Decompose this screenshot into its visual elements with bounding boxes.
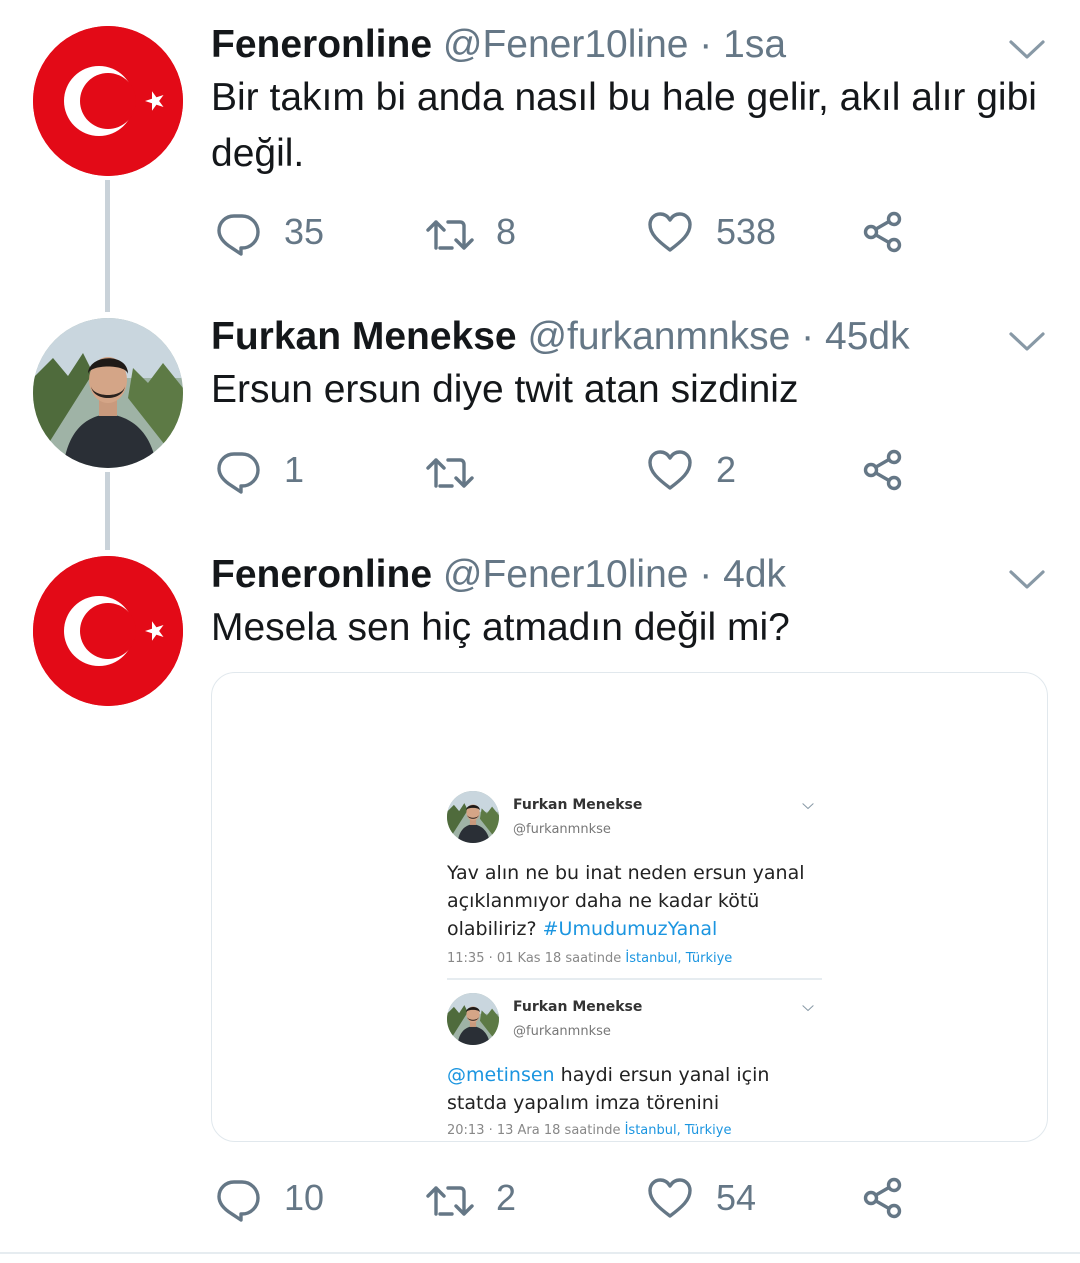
- like-button[interactable]: 538: [646, 202, 776, 262]
- like-count: 54: [716, 1177, 757, 1218]
- embedded-author-handle: @furkanmnkse: [513, 1024, 611, 1039]
- meta-time: 20:13 · 13 Ara 18 saatinde: [447, 1123, 621, 1138]
- share-button[interactable]: [859, 202, 907, 262]
- author-name[interactable]: Feneronline: [211, 553, 432, 596]
- retweet-icon: [426, 446, 474, 494]
- avatar: [447, 791, 499, 843]
- meta-time: 11:35 · 01 Kas 18 saatinde: [447, 951, 622, 966]
- author-name[interactable]: Furkan Menekse: [211, 315, 517, 358]
- author-name[interactable]: Feneronline: [211, 23, 432, 66]
- tweet-text: Bir takım bi anda nasıl bu hale gelir, a…: [211, 76, 1037, 175]
- retweet-icon: [426, 208, 474, 256]
- avatar[interactable]: [33, 26, 183, 176]
- turkish-flag-icon: [33, 26, 183, 176]
- embedded-author-handle: @furkanmnkse: [513, 822, 611, 837]
- like-button[interactable]: 54: [646, 1168, 756, 1228]
- retweet-icon: [426, 1174, 474, 1222]
- meta-location: İstanbul, Türkiye: [624, 1123, 732, 1138]
- reply-count: 1: [284, 449, 305, 490]
- reply-icon: [214, 446, 262, 494]
- timestamp[interactable]: 45dk: [825, 315, 910, 358]
- text-line: açıklanmıyor daha ne kadar kötü: [447, 890, 760, 912]
- like-count: 2: [716, 449, 737, 490]
- reply-icon: [214, 208, 262, 256]
- embedded-tweet: Furkan Menekse @furkanmnkse Yav alın ne …: [447, 791, 827, 971]
- text-fragment: haydi ersun yanal için: [554, 1064, 770, 1086]
- thread-line: [105, 180, 110, 312]
- share-icon: [859, 446, 907, 494]
- chevron-down-icon[interactable]: [1005, 34, 1049, 64]
- text-line: Yav alın ne bu inat neden ersun yanal: [447, 862, 805, 884]
- embedded-author-name: Furkan Menekse: [513, 999, 643, 1015]
- embedded-tweet: Furkan Menekse @furkanmnkse @metinsen ha…: [447, 993, 827, 1141]
- mention: @metinsen: [447, 1064, 555, 1086]
- thread-line: [105, 472, 110, 550]
- avatar[interactable]: [33, 556, 183, 706]
- tweet-header: Feneronline @Fener10line · 1sa: [211, 20, 786, 70]
- author-handle[interactable]: @Fener10line: [443, 553, 689, 596]
- tweet-header: Furkan Menekse @furkanmnkse · 45dk: [211, 312, 910, 362]
- reply-button[interactable]: 1: [214, 440, 304, 500]
- user-photo-icon: [33, 318, 183, 468]
- action-bar: 1 2: [211, 440, 1031, 500]
- user-photo-icon: [447, 993, 499, 1045]
- action-bar: 10 2 54: [211, 1168, 1031, 1228]
- tweet-header: Feneronline @Fener10line · 4dk: [211, 550, 786, 600]
- text-line: statda yapalım imza törenini: [447, 1092, 720, 1114]
- chevron-down-icon[interactable]: [1005, 564, 1049, 594]
- reply-count: 35: [284, 211, 325, 252]
- embedded-tweet-text: Yav alın ne bu inat neden ersun yanal aç…: [447, 859, 827, 943]
- separator: ·: [699, 553, 713, 596]
- hashtag: #UmudumuzYanal: [542, 918, 718, 940]
- divider: [447, 978, 822, 980]
- text-fragment: olabiliriz?: [447, 918, 537, 940]
- separator: ·: [699, 23, 713, 66]
- turkish-flag-icon: [33, 556, 183, 706]
- retweet-button[interactable]: 8: [426, 202, 516, 262]
- heart-icon: [646, 1174, 694, 1222]
- divider: [0, 1252, 1080, 1254]
- meta-location: İstanbul, Türkiye: [625, 951, 733, 966]
- action-bar: 35 8 538: [211, 202, 1031, 262]
- share-button[interactable]: [859, 440, 907, 500]
- reply-button[interactable]: 10: [214, 1168, 324, 1228]
- chevron-down-icon: [801, 1003, 815, 1013]
- like-button[interactable]: 2: [646, 440, 736, 500]
- timestamp[interactable]: 4dk: [723, 553, 786, 596]
- tweet-text: Mesela sen hiç atmadın değil mi?: [211, 606, 790, 649]
- tweet-text: Ersun ersun diye twit atan sizdiniz: [211, 368, 799, 411]
- author-handle[interactable]: @furkanmnkse: [527, 315, 790, 358]
- user-photo-icon: [447, 791, 499, 843]
- retweet-count: 2: [496, 1177, 517, 1218]
- text-line: @metinsen haydi ersun yanal için: [447, 1061, 827, 1089]
- retweet-count: 8: [496, 211, 517, 252]
- timestamp[interactable]: 1sa: [723, 23, 786, 66]
- embedded-meta: 11:35 · 01 Kas 18 saatinde İstanbul, Tür…: [447, 951, 732, 966]
- chevron-down-icon[interactable]: [1005, 326, 1049, 356]
- share-icon: [859, 1174, 907, 1222]
- like-count: 538: [716, 211, 777, 252]
- embedded-meta: 20:13 · 13 Ara 18 saatinde İstanbul, Tür…: [447, 1123, 731, 1138]
- embedded-tweet-text: @metinsen haydi ersun yanal için statda …: [447, 1061, 827, 1117]
- heart-icon: [646, 208, 694, 256]
- share-button[interactable]: [859, 1168, 907, 1228]
- reply-count: 10: [284, 1177, 325, 1218]
- chevron-down-icon: [801, 801, 815, 811]
- heart-icon: [646, 446, 694, 494]
- reply-icon: [214, 1174, 262, 1222]
- author-handle[interactable]: @Fener10line: [443, 23, 689, 66]
- retweet-button[interactable]: 2: [426, 1168, 516, 1228]
- retweet-button[interactable]: [426, 440, 496, 500]
- avatar[interactable]: [33, 318, 183, 468]
- share-icon: [859, 208, 907, 256]
- text-line: olabiliriz? #UmudumuzYanal: [447, 915, 827, 943]
- avatar: [447, 993, 499, 1045]
- media-image[interactable]: Furkan Menekse @furkanmnkse Yav alın ne …: [211, 672, 1048, 1142]
- reply-button[interactable]: 35: [214, 202, 324, 262]
- embedded-author-name: Furkan Menekse: [513, 797, 643, 813]
- separator: ·: [801, 315, 815, 358]
